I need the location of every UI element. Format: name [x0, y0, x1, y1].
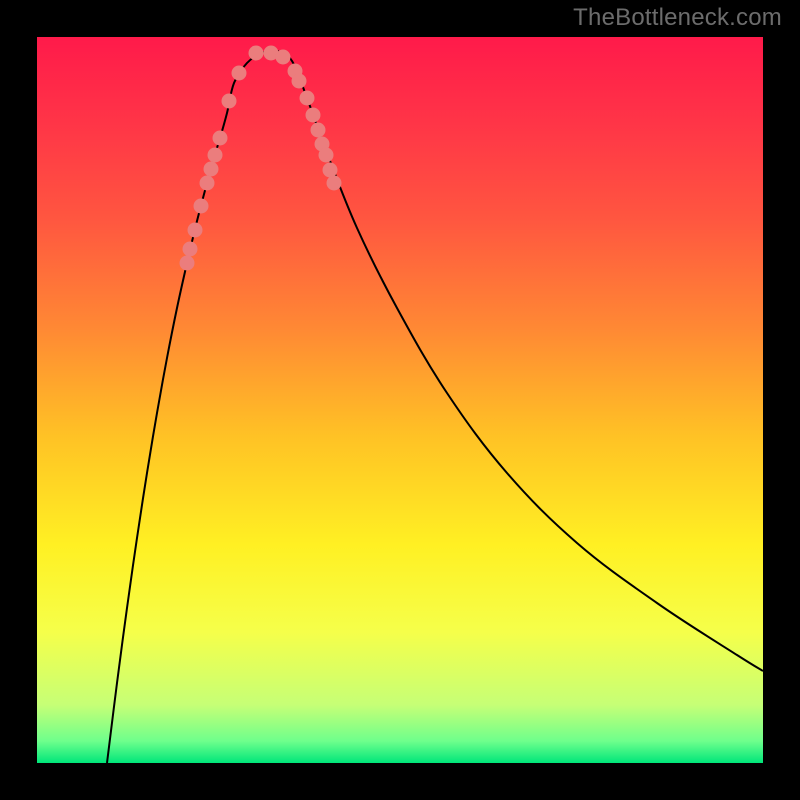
- data-dot: [311, 123, 326, 138]
- data-dot: [183, 242, 198, 257]
- data-dot: [319, 148, 334, 163]
- data-dot: [323, 163, 338, 178]
- data-dot: [204, 162, 219, 177]
- watermark-text: TheBottleneck.com: [573, 4, 782, 32]
- data-dot: [249, 46, 264, 61]
- data-dot: [188, 223, 203, 238]
- data-dot: [232, 66, 247, 81]
- plot-svg: [37, 37, 763, 763]
- chart-container: TheBottleneck.com: [0, 0, 800, 800]
- data-dot: [276, 50, 291, 65]
- data-dot: [222, 94, 237, 109]
- data-dot: [292, 74, 307, 89]
- data-dot: [200, 176, 215, 191]
- data-dot: [213, 131, 228, 146]
- gradient-background: [37, 37, 763, 763]
- data-dot: [180, 256, 195, 271]
- plot-area: [37, 37, 763, 763]
- data-dot: [194, 199, 209, 214]
- data-dot: [208, 148, 223, 163]
- data-dot: [306, 108, 321, 123]
- data-dot: [327, 176, 342, 191]
- data-dot: [300, 91, 315, 106]
